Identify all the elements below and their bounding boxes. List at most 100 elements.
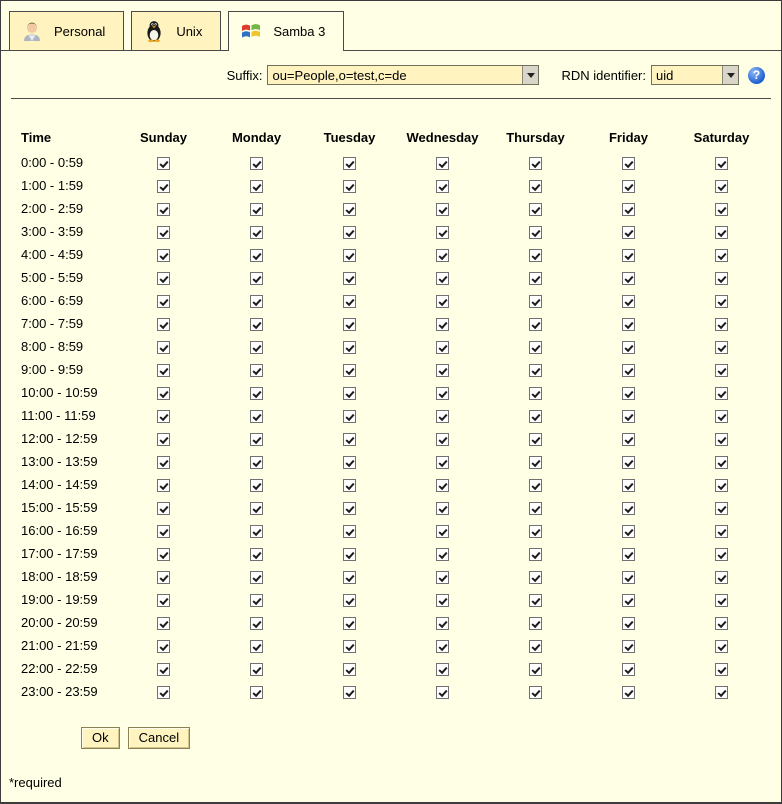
- hour-6-thursday-checkbox[interactable]: [529, 295, 542, 308]
- hour-14-saturday-checkbox[interactable]: [715, 479, 728, 492]
- hour-10-sunday-checkbox[interactable]: [157, 387, 170, 400]
- hour-9-wednesday-checkbox[interactable]: [436, 364, 449, 377]
- hour-9-monday-checkbox[interactable]: [250, 364, 263, 377]
- hour-5-wednesday-checkbox[interactable]: [436, 272, 449, 285]
- hour-16-tuesday-checkbox[interactable]: [343, 525, 356, 538]
- hour-17-sunday-checkbox[interactable]: [157, 548, 170, 561]
- hour-2-monday-checkbox[interactable]: [250, 203, 263, 216]
- hour-19-wednesday-checkbox[interactable]: [436, 594, 449, 607]
- hour-1-saturday-checkbox[interactable]: [715, 180, 728, 193]
- hour-10-wednesday-checkbox[interactable]: [436, 387, 449, 400]
- hour-19-saturday-checkbox[interactable]: [715, 594, 728, 607]
- help-icon[interactable]: ?: [748, 67, 765, 84]
- hour-11-friday-checkbox[interactable]: [622, 410, 635, 423]
- hour-6-tuesday-checkbox[interactable]: [343, 295, 356, 308]
- hour-3-tuesday-checkbox[interactable]: [343, 226, 356, 239]
- hour-0-sunday-checkbox[interactable]: [157, 157, 170, 170]
- hour-9-friday-checkbox[interactable]: [622, 364, 635, 377]
- hour-11-thursday-checkbox[interactable]: [529, 410, 542, 423]
- hour-4-friday-checkbox[interactable]: [622, 249, 635, 262]
- hour-20-thursday-checkbox[interactable]: [529, 617, 542, 630]
- hour-16-monday-checkbox[interactable]: [250, 525, 263, 538]
- hour-15-monday-checkbox[interactable]: [250, 502, 263, 515]
- hour-5-thursday-checkbox[interactable]: [529, 272, 542, 285]
- hour-8-saturday-checkbox[interactable]: [715, 341, 728, 354]
- hour-15-saturday-checkbox[interactable]: [715, 502, 728, 515]
- hour-4-tuesday-checkbox[interactable]: [343, 249, 356, 262]
- hour-19-thursday-checkbox[interactable]: [529, 594, 542, 607]
- hour-15-wednesday-checkbox[interactable]: [436, 502, 449, 515]
- hour-13-saturday-checkbox[interactable]: [715, 456, 728, 469]
- hour-23-monday-checkbox[interactable]: [250, 686, 263, 699]
- hour-0-monday-checkbox[interactable]: [250, 157, 263, 170]
- hour-23-sunday-checkbox[interactable]: [157, 686, 170, 699]
- hour-15-friday-checkbox[interactable]: [622, 502, 635, 515]
- hour-1-monday-checkbox[interactable]: [250, 180, 263, 193]
- hour-17-saturday-checkbox[interactable]: [715, 548, 728, 561]
- hour-23-saturday-checkbox[interactable]: [715, 686, 728, 699]
- hour-18-monday-checkbox[interactable]: [250, 571, 263, 584]
- hour-6-sunday-checkbox[interactable]: [157, 295, 170, 308]
- tab-personal[interactable]: Personal: [9, 11, 124, 50]
- ok-button[interactable]: Ok: [81, 727, 120, 749]
- hour-5-monday-checkbox[interactable]: [250, 272, 263, 285]
- hour-23-tuesday-checkbox[interactable]: [343, 686, 356, 699]
- hour-17-thursday-checkbox[interactable]: [529, 548, 542, 561]
- hour-0-wednesday-checkbox[interactable]: [436, 157, 449, 170]
- hour-7-monday-checkbox[interactable]: [250, 318, 263, 331]
- hour-2-saturday-checkbox[interactable]: [715, 203, 728, 216]
- hour-22-tuesday-checkbox[interactable]: [343, 663, 356, 676]
- hour-0-saturday-checkbox[interactable]: [715, 157, 728, 170]
- hour-4-wednesday-checkbox[interactable]: [436, 249, 449, 262]
- hour-8-thursday-checkbox[interactable]: [529, 341, 542, 354]
- hour-15-thursday-checkbox[interactable]: [529, 502, 542, 515]
- hour-0-tuesday-checkbox[interactable]: [343, 157, 356, 170]
- hour-12-wednesday-checkbox[interactable]: [436, 433, 449, 446]
- hour-6-monday-checkbox[interactable]: [250, 295, 263, 308]
- hour-22-saturday-checkbox[interactable]: [715, 663, 728, 676]
- hour-18-tuesday-checkbox[interactable]: [343, 571, 356, 584]
- hour-18-sunday-checkbox[interactable]: [157, 571, 170, 584]
- hour-13-sunday-checkbox[interactable]: [157, 456, 170, 469]
- hour-7-thursday-checkbox[interactable]: [529, 318, 542, 331]
- hour-12-sunday-checkbox[interactable]: [157, 433, 170, 446]
- hour-0-thursday-checkbox[interactable]: [529, 157, 542, 170]
- hour-8-sunday-checkbox[interactable]: [157, 341, 170, 354]
- suffix-select[interactable]: ou=People,o=test,c=de: [267, 65, 539, 85]
- hour-15-sunday-checkbox[interactable]: [157, 502, 170, 515]
- hour-11-tuesday-checkbox[interactable]: [343, 410, 356, 423]
- hour-16-wednesday-checkbox[interactable]: [436, 525, 449, 538]
- hour-14-wednesday-checkbox[interactable]: [436, 479, 449, 492]
- hour-22-monday-checkbox[interactable]: [250, 663, 263, 676]
- rdn-identifier-select[interactable]: uid: [651, 65, 739, 85]
- hour-14-friday-checkbox[interactable]: [622, 479, 635, 492]
- hour-17-tuesday-checkbox[interactable]: [343, 548, 356, 561]
- hour-5-saturday-checkbox[interactable]: [715, 272, 728, 285]
- hour-8-tuesday-checkbox[interactable]: [343, 341, 356, 354]
- hour-5-friday-checkbox[interactable]: [622, 272, 635, 285]
- hour-20-sunday-checkbox[interactable]: [157, 617, 170, 630]
- hour-14-tuesday-checkbox[interactable]: [343, 479, 356, 492]
- hour-13-wednesday-checkbox[interactable]: [436, 456, 449, 469]
- hour-10-monday-checkbox[interactable]: [250, 387, 263, 400]
- tab-unix[interactable]: Unix: [131, 11, 221, 50]
- hour-11-saturday-checkbox[interactable]: [715, 410, 728, 423]
- hour-14-thursday-checkbox[interactable]: [529, 479, 542, 492]
- hour-9-tuesday-checkbox[interactable]: [343, 364, 356, 377]
- hour-14-sunday-checkbox[interactable]: [157, 479, 170, 492]
- hour-17-monday-checkbox[interactable]: [250, 548, 263, 561]
- hour-2-friday-checkbox[interactable]: [622, 203, 635, 216]
- hour-1-wednesday-checkbox[interactable]: [436, 180, 449, 193]
- hour-8-monday-checkbox[interactable]: [250, 341, 263, 354]
- hour-11-sunday-checkbox[interactable]: [157, 410, 170, 423]
- hour-12-tuesday-checkbox[interactable]: [343, 433, 356, 446]
- hour-21-sunday-checkbox[interactable]: [157, 640, 170, 653]
- hour-6-wednesday-checkbox[interactable]: [436, 295, 449, 308]
- hour-3-sunday-checkbox[interactable]: [157, 226, 170, 239]
- hour-11-monday-checkbox[interactable]: [250, 410, 263, 423]
- hour-7-friday-checkbox[interactable]: [622, 318, 635, 331]
- hour-21-friday-checkbox[interactable]: [622, 640, 635, 653]
- hour-22-sunday-checkbox[interactable]: [157, 663, 170, 676]
- hour-20-monday-checkbox[interactable]: [250, 617, 263, 630]
- hour-23-thursday-checkbox[interactable]: [529, 686, 542, 699]
